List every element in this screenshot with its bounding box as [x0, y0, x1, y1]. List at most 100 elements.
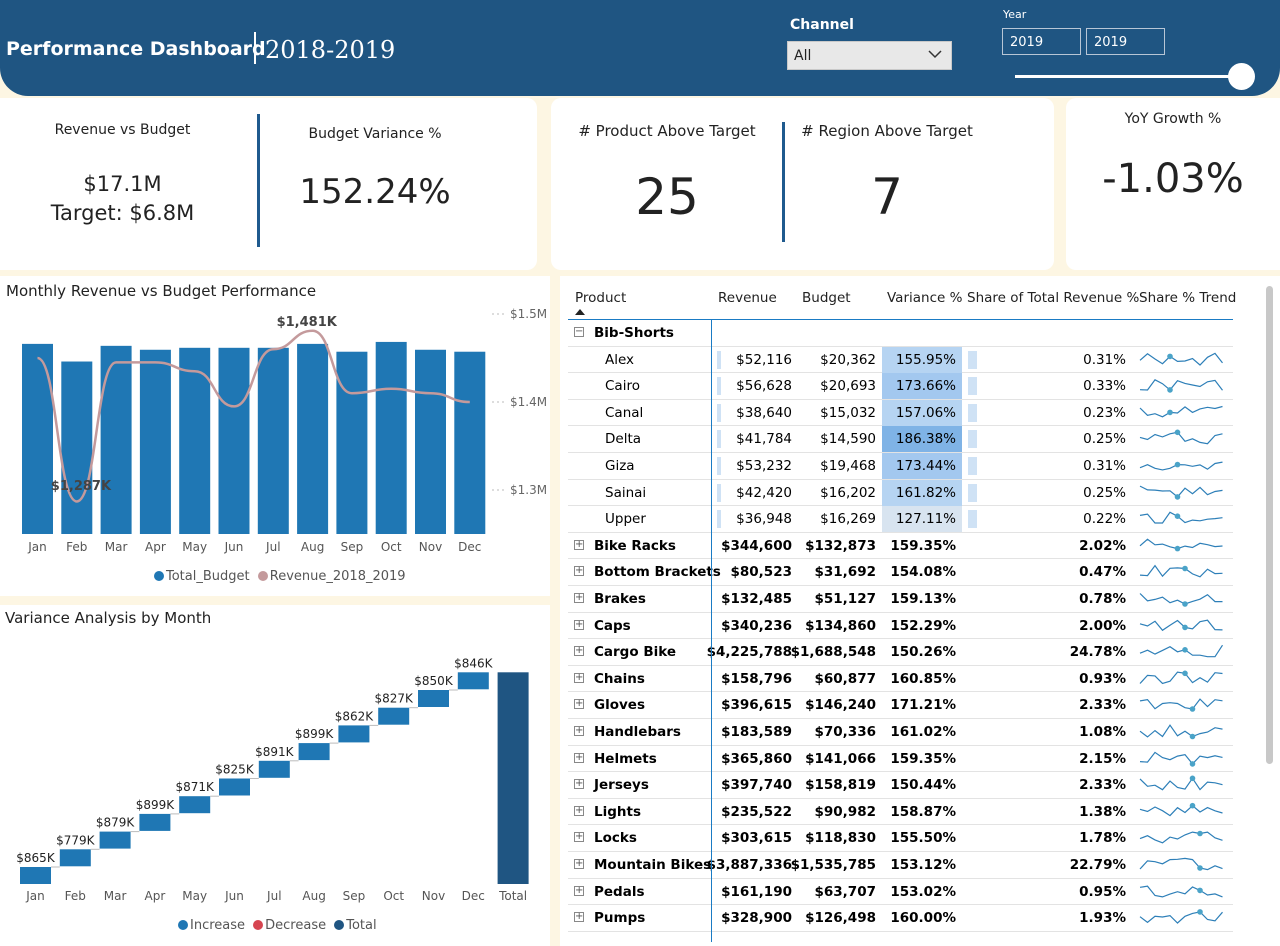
legend-dot — [154, 571, 164, 581]
waterfall-bar[interactable] — [99, 831, 131, 849]
table-row[interactable]: Cairo $56,628 $20,693 173.66% 0.33% — [568, 373, 1233, 400]
page-subtitle: 2018-2019 — [265, 36, 396, 64]
x-tick-label: Jun — [224, 540, 244, 554]
legend-decrease: Decrease — [265, 918, 327, 933]
year-slider-track[interactable] — [1015, 75, 1241, 78]
table-row[interactable]: Upper $36,948 $16,269 127.11% 0.22% — [568, 506, 1233, 533]
share-trend-sparkline — [1139, 379, 1223, 393]
table-row[interactable]: + Jerseys $397,740 $158,819 150.44% 2.33% — [568, 772, 1233, 799]
col-budget[interactable]: Budget — [802, 290, 851, 306]
table-row[interactable]: + Chains $158,796 $60,877 160.85% 0.93% — [568, 666, 1233, 693]
x-tick-label: Aug — [301, 540, 324, 554]
budget-bar[interactable] — [61, 361, 93, 534]
table-scrollbar[interactable] — [1266, 286, 1273, 764]
share-trend-sparkline — [1139, 538, 1223, 552]
table-row[interactable]: + Gloves $396,615 $146,240 171.21% 2.33% — [568, 692, 1233, 719]
budget-bar[interactable] — [218, 347, 250, 534]
channel-dropdown[interactable]: All — [787, 41, 952, 70]
col-product[interactable]: Product — [575, 290, 626, 306]
waterfall-bar[interactable] — [139, 813, 171, 831]
budget-bar[interactable] — [257, 347, 289, 534]
table-row[interactable]: + Lights $235,522 $90,982 158.87% 1.38% — [568, 799, 1233, 826]
monthly-legend: Total_Budget Revenue_2018_2019 — [154, 569, 406, 584]
table-row[interactable]: + Mountain Bikes $3,887,336 $1,535,785 153.1… — [568, 852, 1233, 879]
product-above-target-value: 25 — [635, 168, 699, 226]
budget-bar[interactable] — [454, 351, 486, 534]
share-trend-sparkline — [1139, 485, 1223, 500]
waterfall-bar[interactable] — [179, 796, 211, 814]
page-title: Performance Dashboard — [6, 38, 266, 60]
x-tick-label: Oct — [383, 889, 404, 903]
table-row[interactable]: Giza $53,232 $19,468 173.44% 0.31% — [568, 453, 1233, 480]
data-label: $871K — [175, 780, 215, 794]
x-tick-label: May — [182, 540, 207, 554]
budget-bar[interactable] — [415, 349, 446, 534]
y-tick-label: $1.3M — [510, 483, 547, 497]
data-label: $779K — [56, 833, 96, 847]
budget-bar[interactable] — [139, 349, 171, 534]
share-trend-sparkline — [1139, 352, 1223, 366]
table-row[interactable]: − Bib-Shorts — [568, 320, 1233, 347]
waterfall-bar[interactable] — [258, 760, 290, 778]
legend-dot — [257, 571, 268, 581]
budget-bar[interactable] — [100, 345, 132, 534]
share-trend-sparkline — [1139, 670, 1223, 684]
table-row[interactable]: + Helmets $365,860 $141,066 159.35% 2.15% — [568, 746, 1233, 773]
table-row[interactable]: Delta $41,784 $14,590 186.38% 0.25% — [568, 426, 1233, 453]
waterfall-bar[interactable] — [338, 725, 370, 743]
table-row[interactable]: + Bottom Brackets $80,523 $31,692 154.08% 0.4… — [568, 559, 1233, 586]
table-row[interactable]: + Locks $303,615 $118,830 155.50% 1.78% — [568, 825, 1233, 852]
waterfall-bar[interactable] — [59, 849, 91, 867]
table-row[interactable]: Sainai $42,420 $16,202 161.82% 0.25% — [568, 479, 1233, 507]
waterfall-bar[interactable] — [20, 867, 51, 884]
data-label: $1,287K — [51, 479, 112, 494]
share-trend-sparkline — [1139, 775, 1223, 791]
target-value: Target: $6.8M — [50, 201, 195, 225]
waterfall-bar[interactable] — [418, 690, 449, 707]
targets-card: # Product Above Target 25 # Region Above… — [551, 98, 1054, 270]
waterfall-bar[interactable] — [298, 743, 330, 761]
col-share[interactable]: Share of Total Revenue % — [967, 290, 1139, 306]
variance-chart-panel: Variance Analysis by Month $865K $779K $87… — [0, 605, 550, 946]
y-tick-label: $1.4M — [510, 395, 547, 409]
table-row[interactable]: + Pumps $328,900 $126,498 160.00% 1.93% — [568, 905, 1233, 932]
waterfall-bar[interactable] — [457, 672, 489, 690]
year-to-input[interactable]: 2019 — [1086, 28, 1165, 55]
table-row[interactable]: + Pedals $161,190 $63,707 153.02% 0.95% — [568, 879, 1233, 906]
col-revenue[interactable]: Revenue — [718, 290, 777, 306]
table-row[interactable]: + Brakes $132,485 $51,127 159.13% 0.78% — [568, 586, 1233, 613]
budget-bar[interactable] — [375, 341, 407, 534]
col-variance[interactable]: Variance % — [887, 290, 962, 306]
chevron-down-icon — [928, 50, 942, 59]
x-tick-label: Jun — [224, 889, 244, 903]
waterfall-bar[interactable] — [378, 707, 410, 725]
x-tick-label: Oct — [381, 540, 402, 554]
budget-variance-label: Budget Variance % — [308, 126, 442, 142]
data-label: $846K — [454, 656, 494, 670]
table-row[interactable]: + Bike Racks $344,600 $132,873 159.35% 2.02% — [568, 533, 1233, 560]
year-slider-handle[interactable] — [1228, 63, 1255, 90]
table-row[interactable]: + Cargo Bike $4,225,788 $1,688,548 150.26% 24… — [568, 639, 1233, 666]
data-label: $879K — [96, 816, 136, 830]
budget-bar[interactable] — [297, 343, 329, 534]
collapse-icon[interactable]: − — [574, 327, 584, 337]
share-trend-sparkline — [1139, 698, 1223, 713]
table-row[interactable]: + Caps $340,236 $134,860 152.29% 2.00% — [568, 613, 1233, 640]
column-divider — [711, 320, 712, 942]
col-trend[interactable]: Share % Trend — [1139, 290, 1236, 306]
table-row[interactable]: + Handlebars $183,589 $70,336 161.02% 1.08% — [568, 719, 1233, 746]
share-trend-sparkline — [1139, 405, 1223, 418]
revenue-budget-card: Revenue vs Budget $17.1M Target: $6.8M B… — [0, 98, 537, 270]
budget-bar[interactable] — [336, 351, 368, 534]
year-from-input[interactable]: 2019 — [1002, 28, 1081, 55]
table-row[interactable]: Alex $52,116 $20,362 155.95% 0.31% — [568, 346, 1233, 374]
x-tick-label: Nov — [419, 540, 442, 554]
card-divider — [257, 114, 260, 247]
waterfall-bar[interactable] — [219, 778, 250, 796]
x-tick-label: Feb — [65, 889, 86, 903]
waterfall-total-bar[interactable] — [497, 672, 529, 884]
data-label: $891K — [255, 745, 295, 759]
revenue-vs-budget-label: Revenue vs Budget — [54, 122, 191, 138]
table-row[interactable]: Canal $38,640 $15,032 157.06% 0.23% — [568, 399, 1233, 427]
channel-value: All — [794, 48, 812, 64]
